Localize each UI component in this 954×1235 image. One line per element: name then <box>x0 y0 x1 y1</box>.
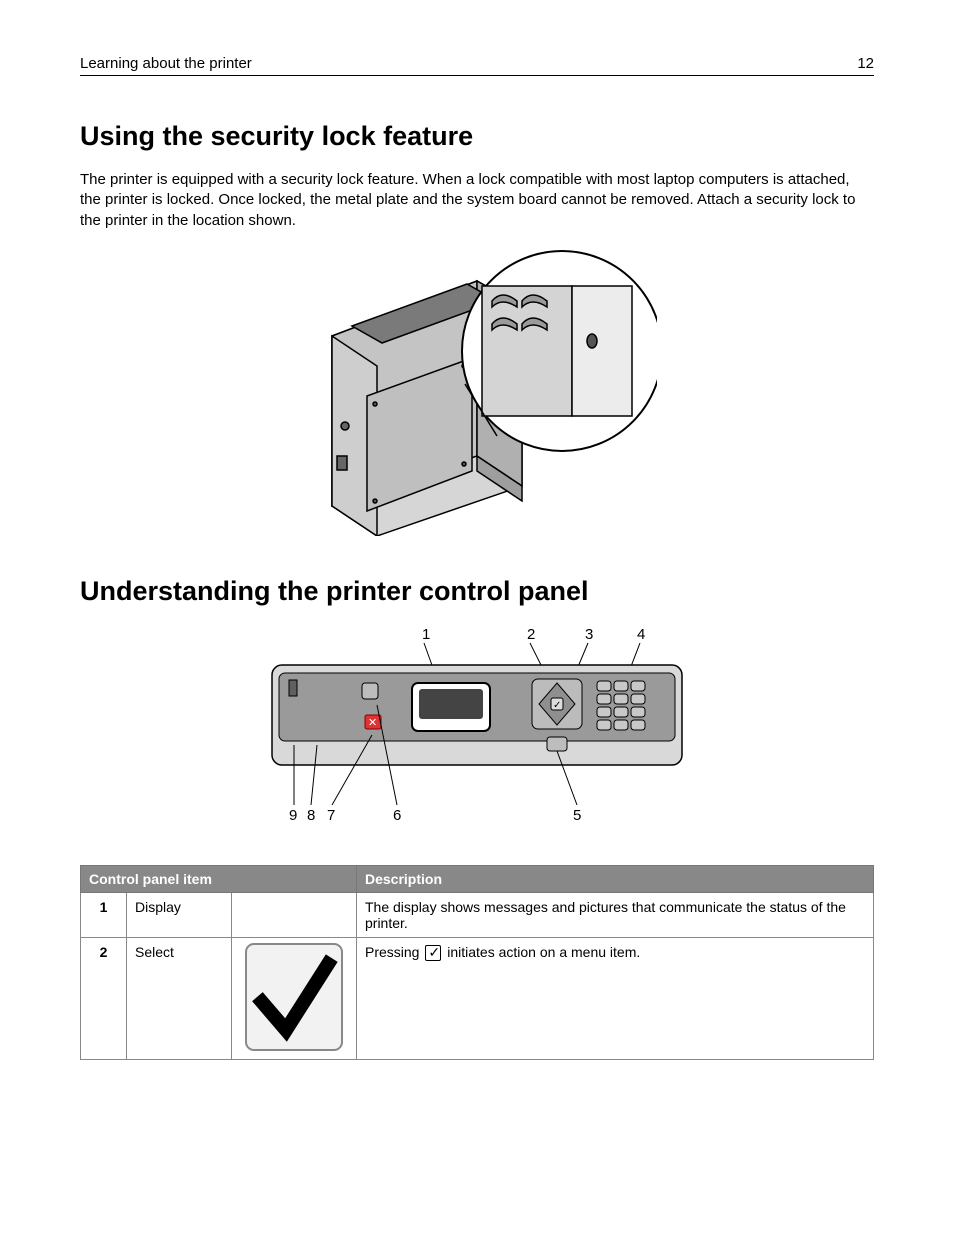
callout-4: 4 <box>637 626 645 643</box>
header-left: Learning about the printer <box>80 55 252 72</box>
check-icon <box>244 942 344 1052</box>
callout-1: 1 <box>422 626 430 643</box>
callout-2: 2 <box>527 626 535 643</box>
svg-text:✓: ✓ <box>553 700 561 711</box>
page-number: 12 <box>857 55 874 72</box>
section1-title: Using the security lock feature <box>80 121 874 152</box>
svg-text:✕: ✕ <box>368 717 377 729</box>
row1-icon <box>232 892 357 937</box>
row2-name: Select <box>127 937 232 1059</box>
security-lock-figure <box>80 246 874 541</box>
section2-title: Understanding the printer control panel <box>80 576 874 607</box>
printer-lock-illustration <box>297 246 657 536</box>
callout-9: 9 <box>289 807 297 824</box>
callout-7: 7 <box>327 807 335 824</box>
control-panel-figure: 1 2 3 4 ✕ ✓ <box>80 625 874 830</box>
row1-num: 1 <box>81 892 127 937</box>
section1-body: The printer is equipped with a security … <box>80 170 874 231</box>
row1-name: Display <box>127 892 232 937</box>
control-panel-illustration: 1 2 3 4 ✕ ✓ <box>267 625 687 825</box>
row1-desc: The display shows messages and pictures … <box>357 892 874 937</box>
row2-icon <box>232 937 357 1059</box>
table-row: 1 Display The display shows messages and… <box>81 892 874 937</box>
callout-8: 8 <box>307 807 315 824</box>
callout-6: 6 <box>393 807 401 824</box>
callout-3: 3 <box>585 626 593 643</box>
callout-5: 5 <box>573 807 581 824</box>
th-desc: Description <box>357 865 874 892</box>
control-panel-table: Control panel item Description 1 Display… <box>80 865 874 1060</box>
th-item: Control panel item <box>81 865 357 892</box>
row2-desc: Pressing initiates action on a menu item… <box>357 937 874 1059</box>
inline-check-icon <box>425 945 441 961</box>
row2-num: 2 <box>81 937 127 1059</box>
table-row: 2 Select Pressing initiates action on a … <box>81 937 874 1059</box>
